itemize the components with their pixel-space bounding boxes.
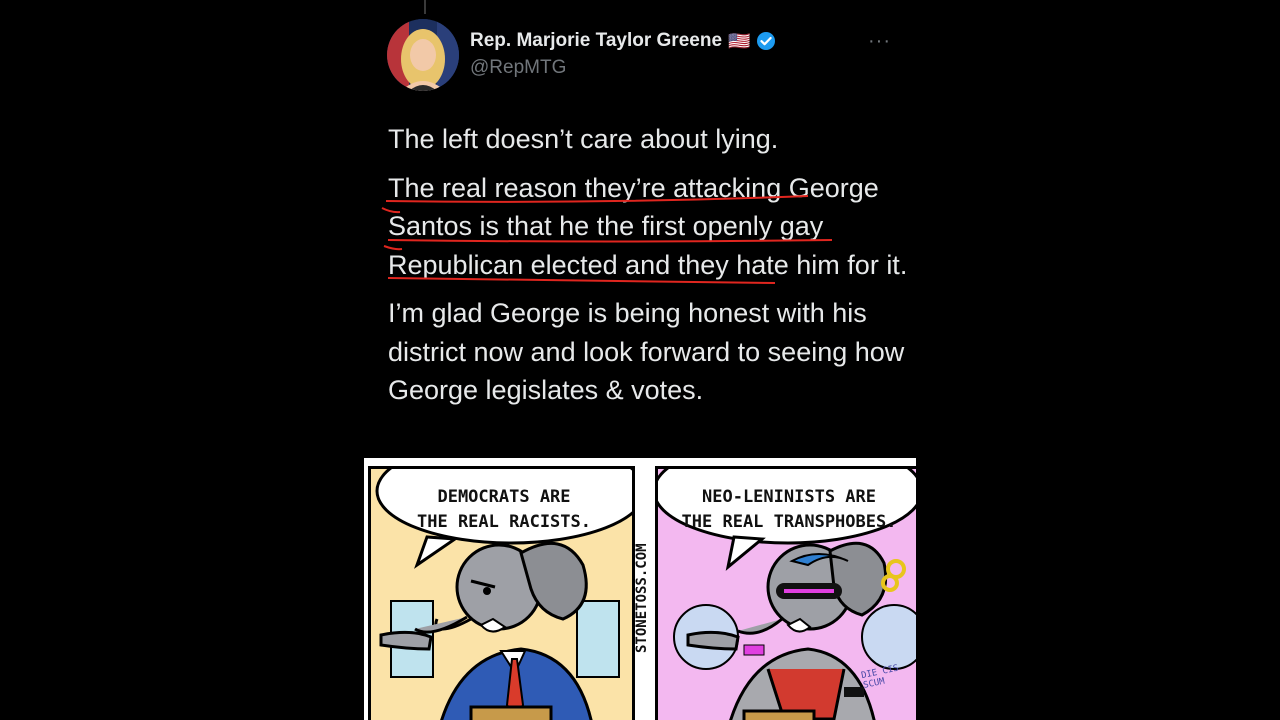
thread-connector-line [424,0,426,14]
author-display-name[interactable]: Rep. Marjorie Taylor Greene [470,30,722,52]
comic-credit: STONETOSS.COM [634,543,650,653]
tweet-paragraph-3: I’m glad George is being honest with his… [388,298,905,405]
tweet-paragraph-1: The left doesn’t care about lying. [388,124,779,154]
left-speech-bubble: DEMOCRATS ARE THE REAL RACISTS. [417,487,591,532]
author-handle[interactable]: @RepMTG [470,57,566,79]
tweet-body: The left doesn’t care about lying. The r… [388,120,908,420]
more-options-icon[interactable]: ··· [868,30,891,53]
comic-panel-right: NEO-LENINISTS ARE THE REAL TRANSPHOBES. … [655,466,916,720]
comic-panel-left: DEMOCRATS ARE THE REAL RACISTS. [368,466,635,720]
us-flag-icon: 🇺🇸 [728,30,751,51]
profile-avatar[interactable] [387,19,459,91]
avatar-image [387,19,459,91]
tweet-paragraph-2: The real reason they’re attacking George… [388,172,908,280]
author-name-row: Rep. Marjorie Taylor Greene 🇺🇸 [470,30,776,52]
attached-comic-image[interactable]: DEMOCRATS ARE THE REAL RACISTS. STONETOS… [364,458,916,720]
right-speech-bubble: NEO-LENINISTS ARE THE REAL TRANSPHOBES. [681,487,897,532]
verified-badge-icon [756,31,776,51]
